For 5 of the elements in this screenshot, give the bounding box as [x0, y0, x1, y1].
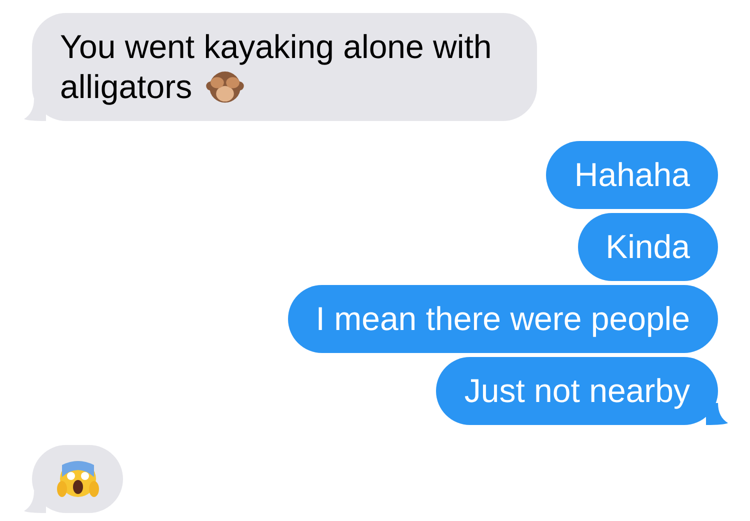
message-text: Hahaha	[574, 155, 690, 195]
message-text: You went kayaking alone with alligators	[60, 27, 493, 107]
message-text: I mean there were people	[316, 299, 690, 339]
message-text: Kinda	[606, 227, 690, 267]
message-text: Just not nearby	[464, 371, 690, 411]
